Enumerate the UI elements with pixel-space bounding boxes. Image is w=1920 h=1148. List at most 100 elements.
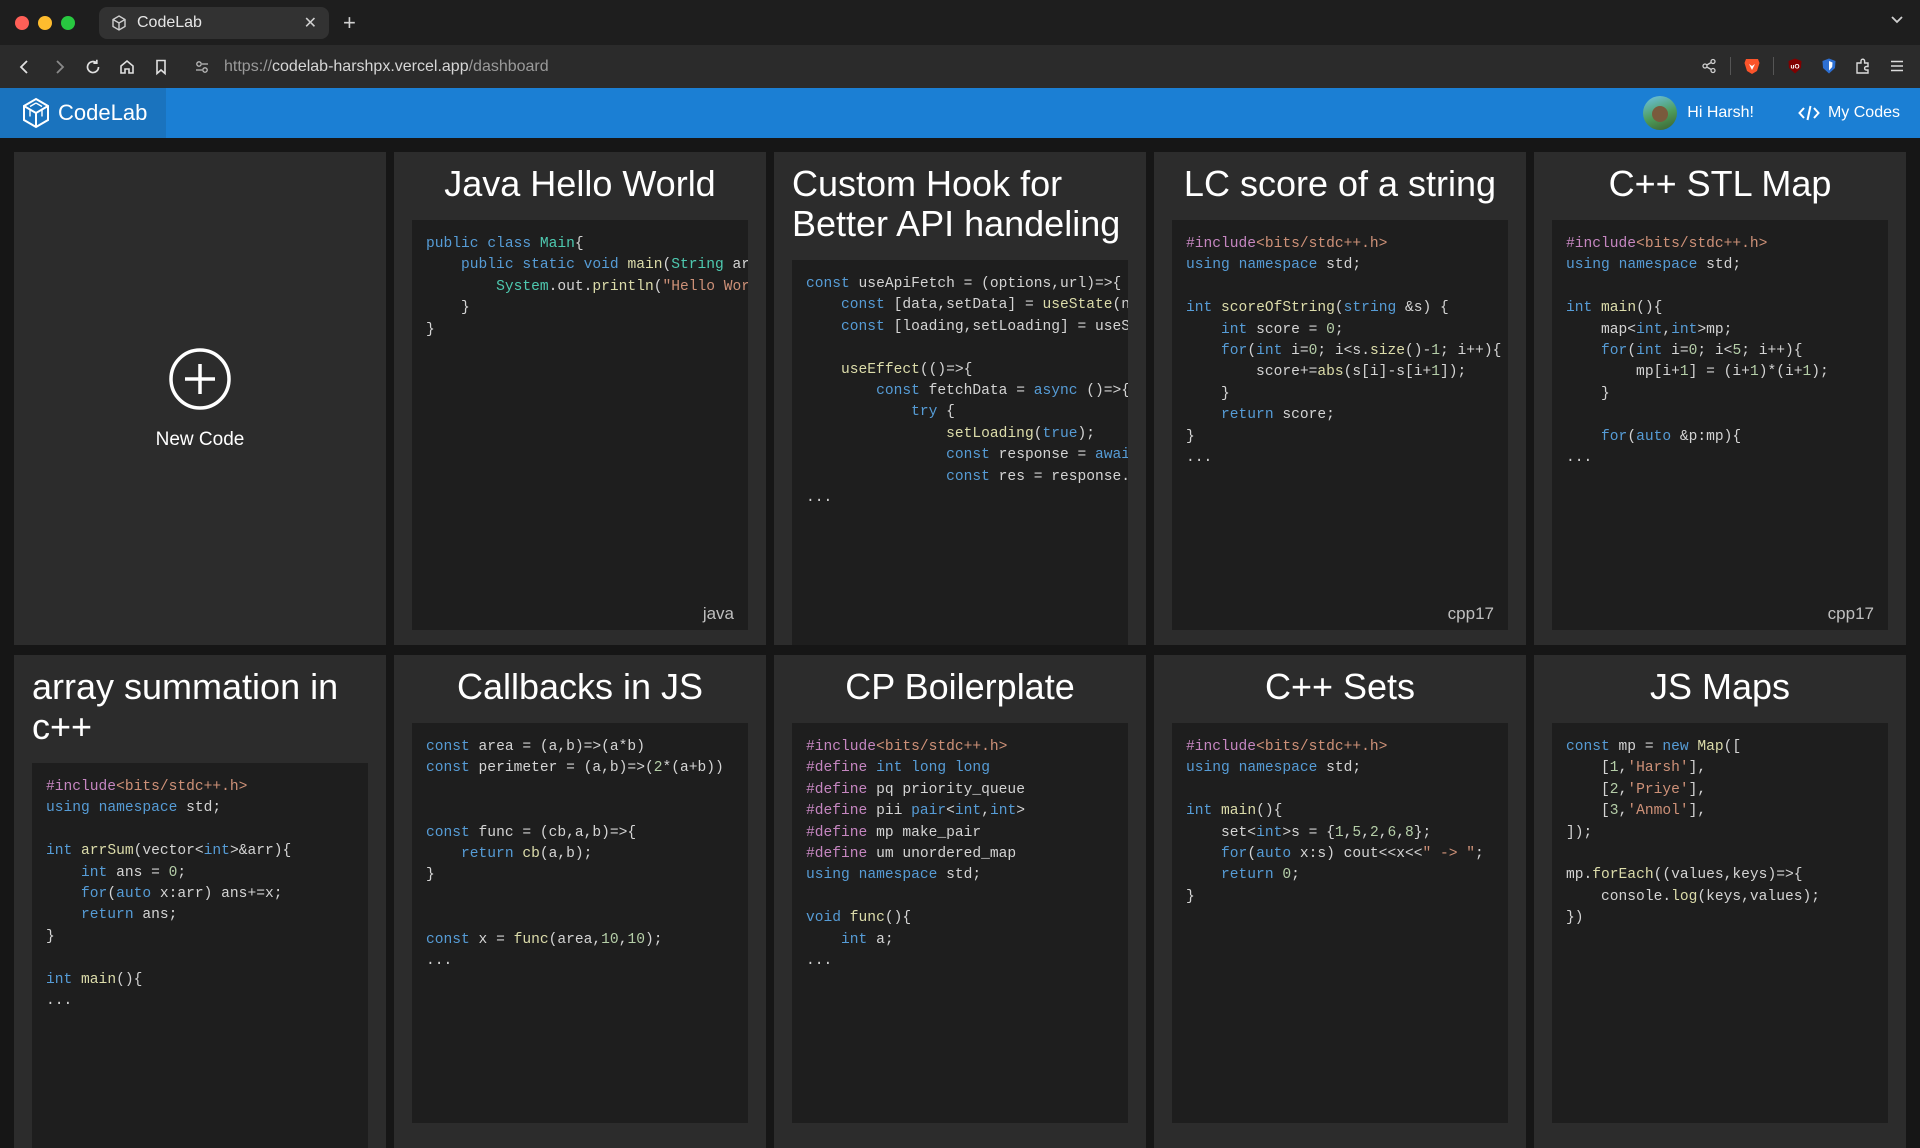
extensions-button[interactable] [1850, 49, 1876, 83]
brand-name: CodeLab [58, 100, 148, 125]
code-line: using namespace std; [1186, 257, 1362, 274]
code-card[interactable]: Callbacks in JS const area = (a,b)=>(a*b)… [394, 655, 766, 1148]
code-line: #define pii pair<int,int> [806, 803, 1025, 820]
code-line: for(int i=0; i<5; i++){ [1601, 343, 1803, 360]
reload-button[interactable] [76, 50, 110, 84]
code-line: } [426, 321, 435, 338]
code-line: } [1566, 385, 1610, 402]
my-codes-link[interactable]: My Codes [1798, 104, 1900, 122]
tab-list-chevron-icon[interactable] [1890, 12, 1904, 26]
code-card-title: C++ STL Map [1608, 163, 1832, 204]
brand-logo-link[interactable]: CodeLab [0, 88, 166, 138]
code-line: } [1186, 888, 1195, 905]
code-card[interactable]: C++ Sets #include<bits/stdc++.h> using nam… [1154, 655, 1526, 1148]
code-card[interactable]: Custom Hook for Better API handeling cons… [774, 152, 1146, 645]
code-preview: #include<bits/stdc++.h> using namespace s… [1172, 723, 1508, 1123]
new-code-card[interactable]: New Code [14, 152, 386, 645]
code-card-title: C++ Sets [1264, 666, 1416, 707]
share-button[interactable] [1696, 49, 1722, 83]
code-line: using namespace std; [1566, 257, 1742, 274]
code-line: ... [806, 490, 833, 507]
code-line: #define int long long [806, 760, 990, 777]
code-card[interactable]: C++ STL Map #include<bits/stdc++.h> using … [1534, 152, 1906, 645]
bookmark-button[interactable] [144, 50, 178, 84]
user-greeting[interactable]: Hi Harsh! [1687, 104, 1754, 122]
close-window-button[interactable] [15, 15, 29, 30]
reload-icon [86, 59, 100, 73]
code-line: const [loading,setLoading] = useSt [841, 318, 1128, 335]
code-line: #include<bits/stdc++.h> [806, 739, 1008, 755]
code-line: for(int i=0; i<s.size()-1; i++){ [1221, 343, 1502, 360]
language-badge: cpp17 [1447, 603, 1494, 623]
address-bar[interactable]: https://codelab-harshpx.vercel.app/dashb… [194, 58, 549, 76]
code-line: set<int>s = {1,5,2,6,8}; [1186, 824, 1432, 841]
code-line: #include<bits/stdc++.h> [46, 779, 248, 795]
code-card-title: array summation in c++ [32, 666, 339, 747]
browser-tab[interactable]: CodeLab ✕ [99, 6, 329, 39]
code-line: const perimeter = (a,b)=>(2*(a+b)) [426, 760, 724, 777]
close-tab-icon[interactable]: ✕ [304, 13, 317, 33]
code-preview: const mp = new Map([ [1,'Harsh'], [2,'Pr… [1552, 723, 1888, 1123]
browser-tab-bar: CodeLab ✕ + [0, 0, 1920, 45]
code-line: using namespace std; [46, 800, 222, 817]
code-line: System.out.println("Hello Wor [496, 278, 748, 295]
code-line: const func = (cb,a,b)=>{ [426, 824, 637, 841]
code-line: #include<bits/stdc++.h> [1186, 739, 1388, 755]
code-line: const mp = new Map([ [1566, 739, 1742, 755]
codelab-favicon-icon [112, 14, 126, 31]
code-card[interactable]: LC score of a string #include<bits/stdc++… [1154, 152, 1526, 645]
new-code-label: New Code [155, 428, 245, 450]
hamburger-menu-icon [1891, 60, 1903, 72]
maximize-window-button[interactable] [61, 15, 75, 30]
codelab-logo-icon [23, 97, 49, 129]
code-line: #include<bits/stdc++.h> [1186, 236, 1388, 252]
ublock-extension-button[interactable]: uO [1782, 49, 1808, 83]
brave-shields-button[interactable] [1739, 49, 1765, 83]
code-card[interactable]: JS Maps const mp = new Map([ [1,'Harsh'],… [1534, 655, 1906, 1148]
code-line: for(auto x:s) cout<<x<<" -> "; [1221, 846, 1484, 863]
url-host: codelab-harshpx.vercel.app [272, 57, 469, 75]
home-button[interactable] [110, 50, 144, 84]
add-circle-icon [169, 347, 231, 410]
code-line: int ans = 0; [81, 864, 187, 881]
svg-text:uO: uO [1790, 64, 1799, 71]
new-tab-icon[interactable]: + [343, 10, 356, 36]
code-line: return 0; [1221, 867, 1300, 884]
back-button[interactable] [8, 50, 42, 84]
code-line: int score = 0; [1221, 321, 1344, 338]
code-line: return ans; [81, 907, 178, 924]
code-line: #include<bits/stdc++.h> [1566, 236, 1768, 252]
code-card-title: Custom Hook for Better API handeling [792, 163, 1121, 244]
code-line: } [426, 300, 470, 317]
code-line: for(auto x:arr) ans+=x; [81, 886, 283, 903]
forward-arrow-icon [56, 59, 65, 74]
puzzle-icon [1856, 58, 1869, 74]
code-card[interactable]: array summation in c++ #include<bits/stdc… [14, 655, 386, 1148]
my-codes-label: My Codes [1827, 104, 1900, 121]
site-settings-icon[interactable] [194, 59, 210, 75]
code-line: console.log(keys,values); [1566, 888, 1820, 905]
avatar[interactable] [1643, 96, 1678, 130]
code-card-title: Callbacks in JS [456, 666, 704, 707]
code-card[interactable]: Java Hello World public class Main{ publi… [394, 152, 766, 645]
code-card[interactable]: CP Boilerplate #include<bits/stdc++.h> #de… [774, 655, 1146, 1148]
code-line: } [46, 928, 55, 945]
code-line: } [1186, 428, 1195, 445]
shield-extension-button[interactable] [1816, 49, 1842, 83]
code-line: const response = await [946, 447, 1128, 464]
forward-button[interactable] [42, 50, 76, 84]
code-line: int arrSum(vector<int>&arr){ [46, 843, 292, 860]
code-card-title: CP Boilerplate [845, 666, 1075, 707]
browser-menu-button[interactable] [1884, 49, 1910, 83]
minimize-window-button[interactable] [38, 15, 52, 30]
code-card-title: Java Hello World [444, 163, 716, 204]
code-line: const fetchData = async ()=>{ [876, 383, 1128, 400]
